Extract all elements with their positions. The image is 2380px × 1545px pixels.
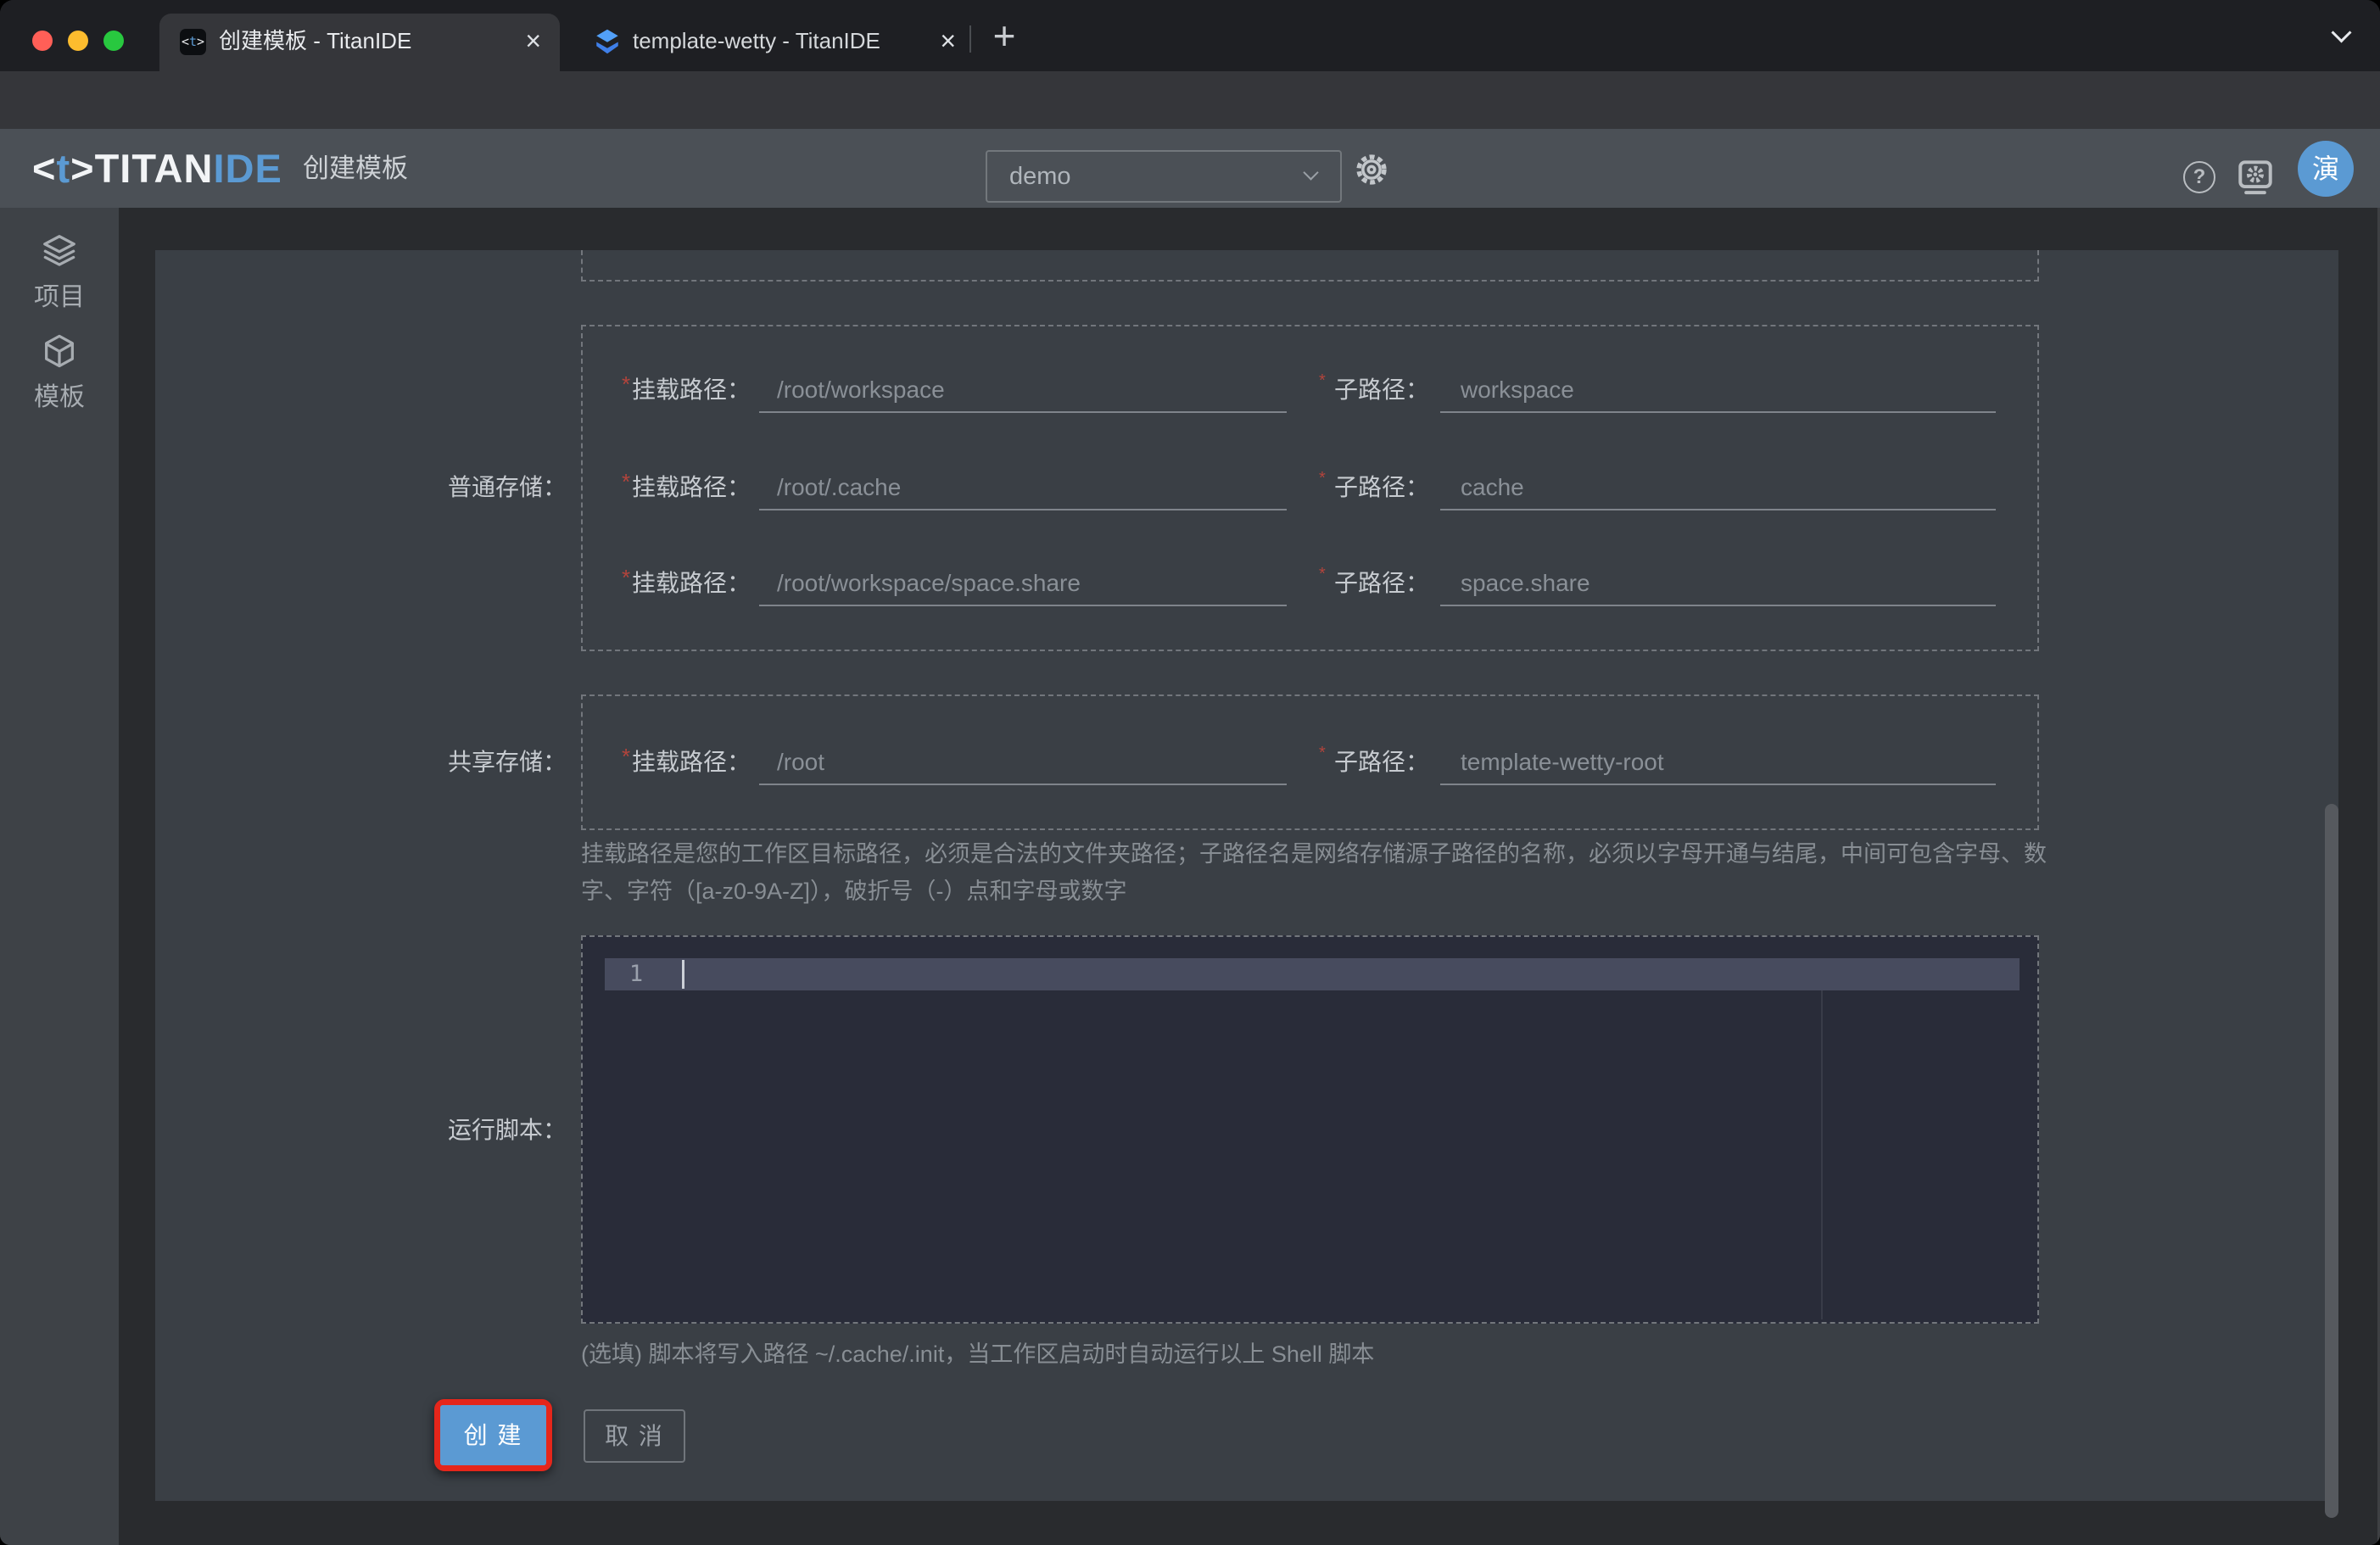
tab-title: 创建模板 - TitanIDE xyxy=(219,28,412,53)
tab-template-wetty[interactable]: template-wetty - TitanIDE × xyxy=(577,14,969,71)
required-asterisk: * xyxy=(1319,565,1326,583)
window-zoom-button[interactable] xyxy=(103,31,124,51)
action-highlight-box: 创 建 xyxy=(434,1399,552,1471)
input-underline xyxy=(1440,784,1996,785)
required-asterisk: * xyxy=(622,469,631,494)
gem-favicon-icon xyxy=(596,29,618,54)
workspace-select-value: demo xyxy=(1009,163,1071,190)
tab-strip: <t> 创建模板 - TitanIDE × template-wetty - T… xyxy=(0,0,2380,71)
mount-path-input[interactable]: /root/workspace/space.share xyxy=(777,558,1081,609)
tab-search-chevron-icon[interactable] xyxy=(2331,22,2352,43)
page-scrollbar[interactable] xyxy=(2325,804,2338,1518)
editor-ruler xyxy=(1821,990,1823,1319)
system-monitor-icon[interactable] xyxy=(2234,156,2277,198)
sidebar-item-label: 模板 xyxy=(34,383,85,411)
titanide-favicon-icon: <t> xyxy=(180,29,206,55)
mount-path-input[interactable]: /root/.cache xyxy=(777,462,901,513)
sidebar-item-projects[interactable]: 项目 xyxy=(0,231,119,313)
page-title: 创建模板 xyxy=(303,153,408,183)
cube-icon xyxy=(45,334,74,368)
subpath-input[interactable]: space.share xyxy=(1461,558,1590,609)
input-underline xyxy=(1440,411,1996,413)
mount-path-label: 挂载路径： xyxy=(632,749,751,775)
close-icon[interactable]: × xyxy=(525,14,541,68)
editor-line-number: 1 xyxy=(629,961,644,987)
storage-row: * 挂载路径： /root * 子路径： template-wetty-root xyxy=(155,737,2338,788)
scrolled-fieldset-remnant xyxy=(581,250,2039,282)
run-script-editor[interactable]: 1 xyxy=(581,935,2039,1324)
input-underline xyxy=(759,411,1287,413)
help-icon[interactable]: ? xyxy=(2183,161,2215,193)
titanide-logo[interactable]: <t>TITANIDE xyxy=(32,129,282,208)
path-help-text: 挂载路径是您的工作区目标路径，必须是合法的文件夹路径；子路径名是网络存储源子路径… xyxy=(581,841,2047,904)
subpath-input[interactable]: template-wetty-root xyxy=(1461,737,1664,788)
storage-row: * 挂载路径： /root/.cache * 子路径： cache xyxy=(155,462,2338,513)
app-sidebar: 项目 模板 xyxy=(0,208,119,1545)
storage-row: * 挂载路径： /root/workspace/space.share * 子路… xyxy=(155,558,2338,609)
subpath-label: 子路径： xyxy=(1334,376,1430,403)
sidebar-item-templates[interactable]: 模板 xyxy=(0,332,119,413)
tab-separator xyxy=(969,25,971,53)
new-tab-button[interactable]: + xyxy=(982,10,1026,61)
run-script-label: 运行脚本： xyxy=(447,1117,567,1143)
workspace-select[interactable]: demo xyxy=(986,150,1342,203)
browser-window: <t> 创建模板 - TitanIDE × template-wetty - T… xyxy=(0,0,2380,1545)
editor-caret xyxy=(682,960,684,989)
subpath-input[interactable]: cache xyxy=(1461,462,1524,513)
page-body: 项目 模板 普通存储： * 挂载路径： /root/workspace * 子路… xyxy=(0,208,2380,1545)
required-asterisk: * xyxy=(1319,371,1326,390)
storage-row: * 挂载路径： /root/workspace * 子路径： workspace xyxy=(155,365,2338,416)
input-underline xyxy=(1440,605,1996,606)
required-asterisk: * xyxy=(1319,744,1326,762)
cancel-button[interactable]: 取 消 xyxy=(584,1409,685,1463)
mount-path-input[interactable]: /root xyxy=(777,737,824,788)
input-underline xyxy=(759,509,1287,510)
required-asterisk: * xyxy=(622,744,631,769)
required-asterisk: * xyxy=(1319,469,1326,488)
required-asterisk: * xyxy=(622,565,631,590)
subpath-label: 子路径： xyxy=(1334,474,1430,500)
required-asterisk: * xyxy=(622,371,631,397)
mount-path-label: 挂载路径： xyxy=(632,376,751,403)
window-close-button[interactable] xyxy=(32,31,53,51)
script-help-text: (选填) 脚本将写入路径 ~/.cache/.init，当工作区启动时自动运行以… xyxy=(581,1341,1375,1367)
close-icon[interactable]: × xyxy=(940,14,956,68)
user-avatar[interactable]: 演 xyxy=(2298,141,2354,197)
editor-current-line xyxy=(605,958,2020,990)
browser-toolbar: try.titanide.cn/ide/web/workspace/templa… xyxy=(0,71,2380,197)
window-minimize-button[interactable] xyxy=(68,31,88,51)
input-underline xyxy=(759,605,1287,606)
create-button[interactable]: 创 建 xyxy=(440,1405,546,1465)
chevron-down-icon xyxy=(1303,165,1319,181)
sidebar-item-label: 项目 xyxy=(34,283,85,311)
mount-path-label: 挂载路径： xyxy=(632,474,751,500)
mount-path-input[interactable]: /root/workspace xyxy=(777,365,945,416)
subpath-label: 子路径： xyxy=(1334,749,1430,775)
form-card: 普通存储： * 挂载路径： /root/workspace * 子路径： wor… xyxy=(155,250,2338,1501)
settings-gear-icon[interactable] xyxy=(1354,152,1389,187)
mount-path-label: 挂载路径： xyxy=(632,570,751,596)
tab-title: template-wetty - TitanIDE xyxy=(633,28,880,53)
input-underline xyxy=(759,784,1287,785)
tab-create-template[interactable]: <t> 创建模板 - TitanIDE × xyxy=(159,14,560,71)
subpath-input[interactable]: workspace xyxy=(1461,365,1574,416)
subpath-label: 子路径： xyxy=(1334,570,1430,596)
input-underline xyxy=(1440,509,1996,510)
layers-icon xyxy=(43,235,75,266)
app-header: <t>TITANIDE 创建模板 demo ? 演 xyxy=(0,129,2380,208)
